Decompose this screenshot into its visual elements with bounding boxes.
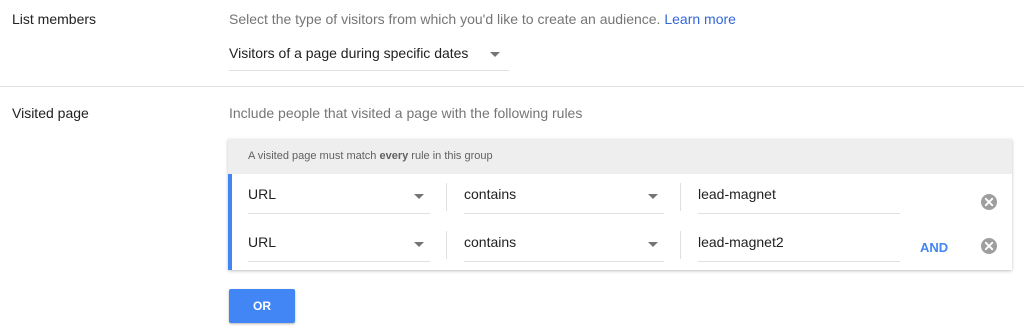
or-button[interactable]: OR — [229, 289, 295, 323]
rule-operator-value: contains — [464, 186, 517, 202]
field-divider — [680, 231, 681, 259]
rule-group-header-suffix: rule in this group — [411, 150, 493, 162]
rule-group-header-emphasis: every — [379, 150, 409, 162]
visitor-type-value: Visitors of a page during specific dates — [229, 45, 469, 61]
chevron-down-icon — [648, 194, 658, 199]
chevron-down-icon — [648, 242, 658, 247]
rule-operator-value: contains — [464, 234, 517, 250]
rule-operator-select[interactable]: contains — [464, 175, 664, 214]
section-divider — [0, 86, 1024, 87]
rule-field-value: URL — [248, 234, 277, 250]
rule-value-input[interactable]: lead-magnet — [698, 175, 900, 214]
learn-more-link[interactable]: Learn more — [664, 11, 736, 27]
field-divider — [446, 231, 447, 259]
visited-page-label: Visited page — [12, 105, 89, 121]
rule-field-select[interactable]: URL — [248, 223, 430, 262]
list-members-description-text: Select the type of visitors from which y… — [229, 11, 661, 27]
rule-group: A visited page must match every rule in … — [228, 139, 1012, 270]
close-circle-icon[interactable] — [980, 193, 998, 211]
list-members-label: List members — [12, 11, 97, 27]
field-divider — [446, 183, 447, 211]
rule-row: URL contains lead-magnet — [228, 175, 1012, 221]
rule-group-header: A visited page must match every rule in … — [228, 139, 1012, 174]
chevron-down-icon — [490, 52, 500, 57]
visited-page-description: Include people that visited a page with … — [229, 105, 583, 121]
close-circle-icon[interactable] — [980, 237, 998, 255]
rule-value-input[interactable]: lead-magnet2 — [698, 223, 900, 262]
visitor-type-select[interactable]: Visitors of a page during specific dates — [229, 40, 509, 71]
rule-operator-select[interactable]: contains — [464, 223, 664, 262]
rule-value-text: lead-magnet — [698, 186, 776, 202]
rule-field-select[interactable]: URL — [248, 175, 430, 214]
rule-field-value: URL — [248, 186, 277, 202]
rule-row: URL contains lead-magnet2 AND — [228, 223, 1012, 269]
chevron-down-icon — [414, 242, 424, 247]
list-members-description: Select the type of visitors from which y… — [229, 11, 736, 27]
rule-group-header-prefix: A visited page must match — [248, 150, 377, 162]
and-button[interactable]: AND — [920, 240, 948, 255]
rule-value-text: lead-magnet2 — [698, 234, 784, 250]
field-divider — [680, 183, 681, 211]
rule-group-header-text: A visited page must match every rule in … — [248, 150, 493, 162]
chevron-down-icon — [414, 194, 424, 199]
